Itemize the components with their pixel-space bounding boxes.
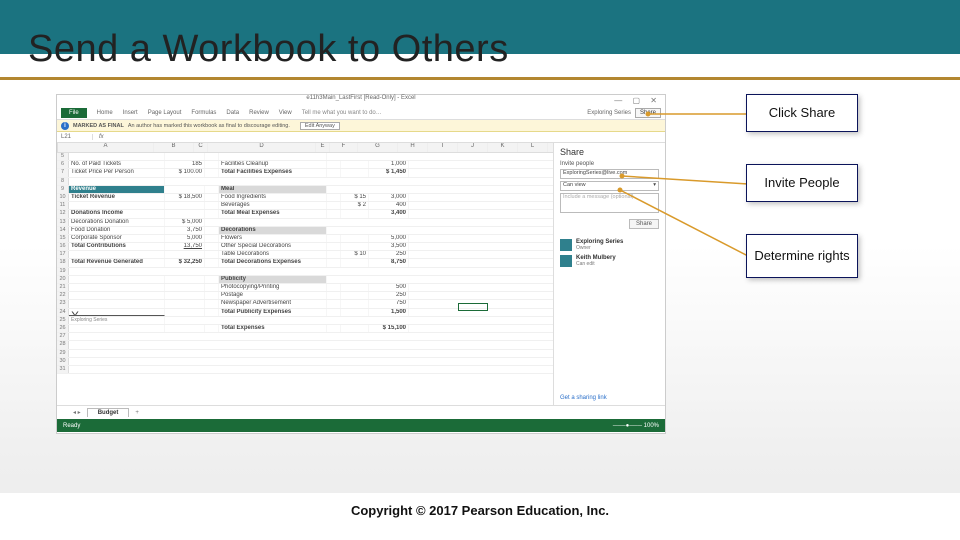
tab-page-layout[interactable]: Page Layout [148, 110, 182, 116]
edit-anyway-button[interactable]: Edit Anyway [300, 122, 340, 130]
callout-determine-rights: Determine rights [746, 234, 858, 278]
message-input[interactable]: Include a message (optional) [560, 193, 659, 213]
tab-home[interactable]: Home [97, 110, 113, 116]
excel-title-text: e11h3Main_LastFirst [Read-Only] - Excel [306, 95, 415, 101]
invite-email-input[interactable]: ExploringSeries@live.com [560, 169, 659, 179]
get-sharing-link[interactable]: Get a sharing link [560, 395, 659, 401]
zoom-value: 100% [644, 423, 659, 429]
new-sheet-button[interactable]: + [135, 410, 139, 416]
share-pane-title: Share [560, 147, 659, 157]
marked-final-bar: i MARKED AS FINAL An author has marked t… [57, 120, 665, 132]
window-buttons[interactable]: — ▢ ✕ [614, 96, 661, 105]
invite-people-label: Invite people [560, 161, 659, 167]
title-wrap: Send a Workbook to Others [0, 28, 960, 80]
share-user: Exploring SeriesOwner [560, 239, 659, 251]
stage: e11h3Main_LastFirst [Read-Only] - Excel … [0, 80, 960, 493]
page-title: Send a Workbook to Others [28, 28, 932, 71]
tab-formulas[interactable]: Formulas [191, 110, 216, 116]
excel-window: e11h3Main_LastFirst [Read-Only] - Excel … [56, 94, 666, 434]
share-user: Keith MulberyCan edit [560, 255, 659, 267]
grid[interactable]: 5 6No. of Paid Tickets185Facilities Clea… [57, 153, 553, 374]
sheet-tab-budget[interactable]: Budget [87, 408, 130, 417]
status-ready: Ready [63, 423, 80, 429]
tab-view[interactable]: View [279, 110, 292, 116]
account-name[interactable]: Exploring Series [587, 110, 631, 116]
share-pane: Share Invite people ExploringSeries@live… [553, 143, 665, 405]
ribbon: File Home Insert Page Layout Formulas Da… [57, 106, 665, 120]
name-box[interactable]: L21 [57, 134, 93, 140]
share-submit-button[interactable]: Share [629, 219, 659, 229]
zoom-slider[interactable]: ───●─── [613, 423, 642, 429]
avatar [560, 239, 572, 251]
status-bar: Ready ───●─── 100% [57, 419, 665, 432]
callout-click-share: Click Share [746, 94, 858, 132]
info-icon: i [61, 122, 69, 130]
sheet-tabs: ◂ ▸ Budget + [57, 405, 665, 419]
tab-nav-icon[interactable]: ◂ ▸ [73, 409, 81, 416]
marked-final-label: MARKED AS FINAL [73, 123, 124, 129]
formula-bar: L21 fx [57, 132, 665, 143]
chevron-down-icon: ▾ [653, 182, 656, 190]
tell-me[interactable]: Tell me what you want to do… [302, 110, 578, 116]
copyright: Copyright © 2017 Pearson Education, Inc. [0, 493, 960, 540]
excel-titlebar: e11h3Main_LastFirst [Read-Only] - Excel … [57, 95, 665, 106]
tab-insert[interactable]: Insert [123, 110, 138, 116]
tab-review[interactable]: Review [249, 110, 269, 116]
marked-final-text: An author has marked this workbook as fi… [128, 123, 290, 129]
share-button[interactable]: Share [635, 108, 661, 118]
file-tab[interactable]: File [61, 108, 87, 118]
permission-select[interactable]: Can view▾ [560, 181, 659, 191]
tab-data[interactable]: Data [226, 110, 239, 116]
worksheet[interactable]: A B C D E F G H I J K L M N 5 6N [57, 143, 553, 405]
avatar [560, 255, 572, 267]
column-headers: A B C D E F G H I J K L M N [57, 143, 553, 153]
fx-label[interactable]: fx [93, 134, 110, 140]
callout-invite-people: Invite People [746, 164, 858, 202]
